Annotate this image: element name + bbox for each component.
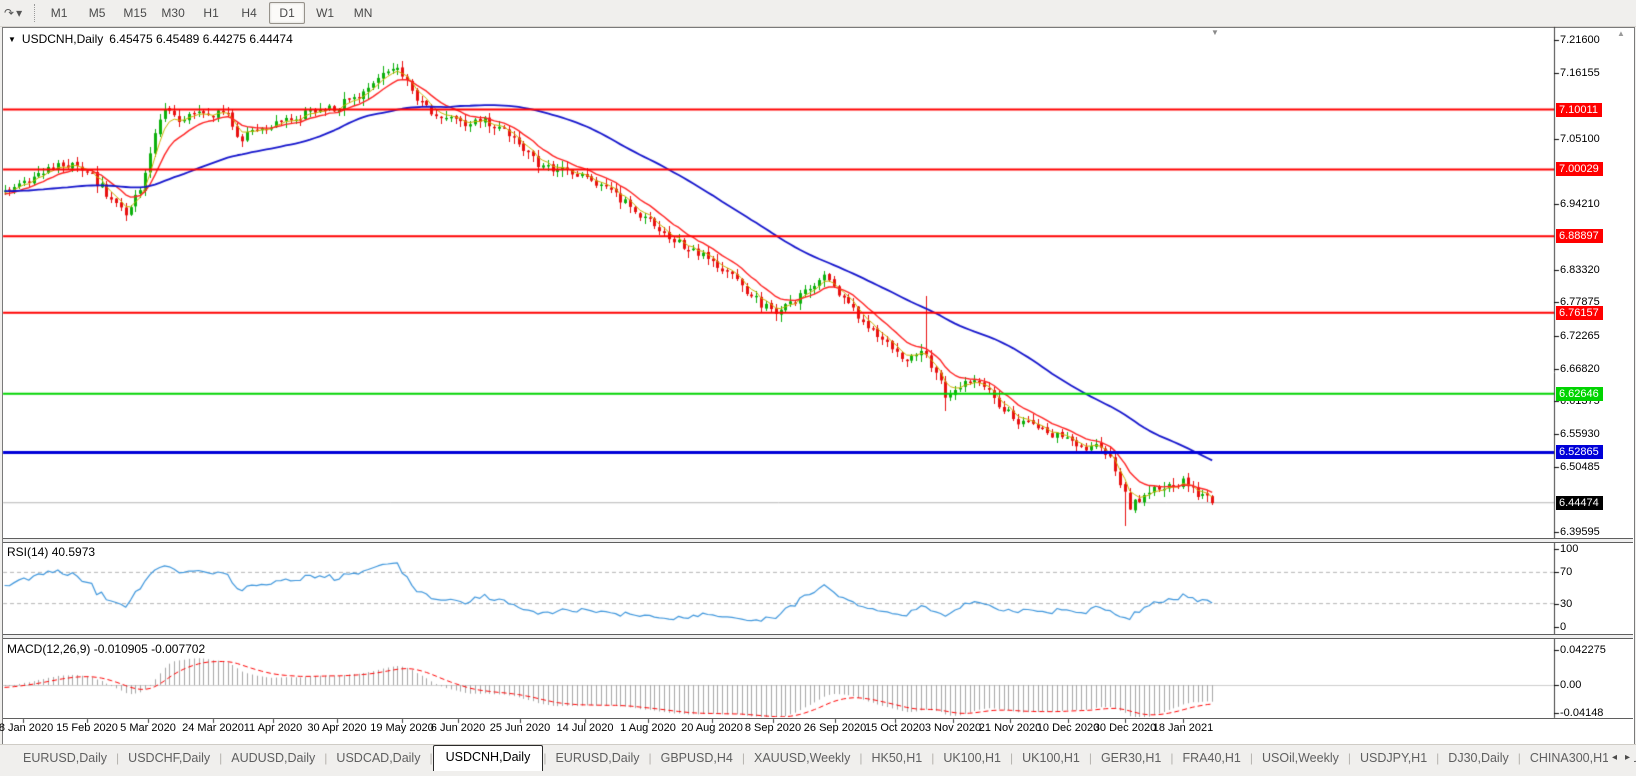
tab-uk100-h1[interactable]: UK100,H1 <box>1013 747 1089 771</box>
chart-tab-bar: EURUSD,Daily|USDCHF,Daily|AUDUSD,Daily|U… <box>0 744 1636 771</box>
tab-eurusd-daily[interactable]: EURUSD,Daily <box>546 747 648 771</box>
tab-china300-h1[interactable]: CHINA300,H1 <box>1521 747 1618 771</box>
price-level-label: 7.00029 <box>1556 162 1603 176</box>
price-tick-label: 70 <box>1560 566 1572 578</box>
tab-dj30-daily[interactable]: DJ30,Daily <box>1439 747 1517 771</box>
tab-eurusd-daily[interactable]: EURUSD,Daily <box>14 747 116 771</box>
price-tick-label: 0 <box>1560 621 1566 633</box>
price-level-label: 6.88897 <box>1556 229 1603 243</box>
date-tick-label: 5 Mar 2020 <box>120 722 176 734</box>
date-tick-label: 11 Apr 2020 <box>244 722 303 734</box>
tab-fra40-h1[interactable]: FRA40,H1 <box>1174 747 1250 771</box>
date-tick-label: 25 Jun 2020 <box>490 722 551 734</box>
date-tick-label: 24 Mar 2020 <box>182 722 244 734</box>
tab-usdchf-daily[interactable]: USDCHF,Daily <box>119 747 219 771</box>
tab-scroll-left-icon[interactable]: ◂ <box>1612 752 1617 763</box>
price-level-label: 6.62646 <box>1556 387 1603 401</box>
price-tick-label: 6.39595 <box>1560 526 1600 538</box>
macd-panel-label: MACD(12,26,9) -0.010905 -0.007702 <box>7 642 205 656</box>
chart-symbol-label: USDCNH,Daily <box>22 32 103 46</box>
date-tick-label: 10 Dec 2020 <box>1037 722 1099 734</box>
tab-audusd-daily[interactable]: AUDUSD,Daily <box>222 747 324 771</box>
date-tick-label: 26 Sep 2020 <box>804 722 866 734</box>
tab-hk50-h1[interactable]: HK50,H1 <box>862 747 931 771</box>
date-tick-label: 28 Jan 2020 <box>0 722 53 734</box>
price-tick-label: 6.55930 <box>1560 428 1600 440</box>
date-tick-label: 21 Nov 2020 <box>979 722 1041 734</box>
price-level-label: 6.52865 <box>1556 445 1603 459</box>
tab-ger30-h1[interactable]: GER30,H1 <box>1092 747 1170 771</box>
chart-canvas[interactable] <box>0 0 1636 776</box>
chart-shift-marker-icon[interactable]: ▼ <box>1211 28 1219 37</box>
price-tick-label: 0.042275 <box>1560 644 1606 656</box>
tab-uk100-h1[interactable]: UK100,H1 <box>934 747 1010 771</box>
tab-usdcad-daily[interactable]: USDCAD,Daily <box>327 747 429 771</box>
price-tick-label: 0.00 <box>1560 679 1581 691</box>
date-tick-label: 1 Aug 2020 <box>620 722 676 734</box>
chart-title: ▼ USDCNH,Daily 6.45475 6.45489 6.44275 6… <box>8 32 293 46</box>
price-level-label: 7.10011 <box>1556 103 1602 117</box>
price-tick-label: 6.94210 <box>1560 198 1600 210</box>
rsi-splitter[interactable] <box>3 538 1633 543</box>
date-tick-label: 8 Sep 2020 <box>745 722 801 734</box>
date-tick-label: 15 Feb 2020 <box>56 722 118 734</box>
price-tick-label: 6.66820 <box>1560 363 1600 375</box>
date-tick-label: 3 Nov 2020 <box>925 722 981 734</box>
tab-gbpusd-h4[interactable]: GBPUSD,H4 <box>652 747 742 771</box>
date-tick-label: 19 May 2020 <box>370 722 434 734</box>
price-tick-label: 6.50485 <box>1560 461 1600 473</box>
price-level-label: 6.76157 <box>1556 306 1603 320</box>
price-tick-label: 30 <box>1560 598 1572 610</box>
tab-xauusd-weekly[interactable]: XAUUSD,Weekly <box>745 747 859 771</box>
date-tick-label: 6 Jun 2020 <box>431 722 485 734</box>
price-tick-label: 100 <box>1560 543 1578 555</box>
chart-ohlc-quote: 6.45475 6.45489 6.44275 6.44474 <box>109 32 293 46</box>
date-tick-label: 15 Oct 2020 <box>865 722 925 734</box>
price-tick-label: 6.83320 <box>1560 264 1600 276</box>
date-tick-label: 30 Apr 2020 <box>307 722 366 734</box>
price-tick-label: -0.04148 <box>1560 707 1603 719</box>
macd-splitter[interactable] <box>3 634 1633 639</box>
date-tick-label: 18 Jan 2021 <box>1153 722 1214 734</box>
tab-usdcnh-daily[interactable]: USDCNH,Daily <box>433 745 544 771</box>
tab-scroll-right-icon[interactable]: ▸ <box>1625 752 1630 763</box>
date-tick-label: 14 Jul 2020 <box>557 722 614 734</box>
tab-usdjpy-h1[interactable]: USDJPY,H1 <box>1351 747 1436 771</box>
price-tick-label: 7.16155 <box>1560 67 1600 79</box>
tab-usoil-weekly[interactable]: USOil,Weekly <box>1253 747 1348 771</box>
tab-scroll-controls: ◂ ▸ <box>1608 750 1634 765</box>
price-tick-label: 6.72265 <box>1560 330 1600 342</box>
quote-panel-arrow-icon[interactable]: ▼ <box>8 35 16 44</box>
rsi-panel-label: RSI(14) 40.5973 <box>7 545 95 559</box>
price-tick-label: 7.05100 <box>1560 133 1600 145</box>
date-tick-label: 20 Aug 2020 <box>681 722 743 734</box>
price-tick-label: 7.21600 <box>1560 34 1600 46</box>
date-tick-label: 30 Dec 2020 <box>1094 722 1156 734</box>
price-level-label: 6.44474 <box>1556 496 1603 510</box>
